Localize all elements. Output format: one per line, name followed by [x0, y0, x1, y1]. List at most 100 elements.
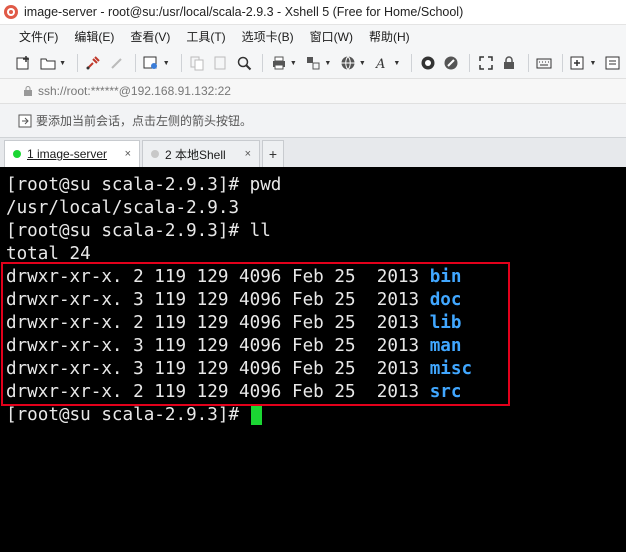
globe-button[interactable] — [337, 52, 358, 74]
title-bar: image-server - root@su:/usr/local/scala-… — [0, 0, 626, 24]
directory-name: misc — [429, 359, 473, 379]
folder-icon — [40, 58, 56, 70]
new-tab-button[interactable]: + — [262, 140, 284, 167]
toolbar-separator — [527, 54, 529, 72]
lock-screen-button[interactable] — [499, 52, 520, 74]
toolbar: ▼ ▼ ▼ ▼ ▼ A ▼ ▼ — [0, 48, 626, 78]
status-dot-icon — [13, 150, 21, 158]
properties-dropdown-icon[interactable]: ▼ — [163, 60, 170, 67]
properties-icon — [143, 56, 158, 69]
terminal-line: total 24 — [6, 244, 91, 264]
disconnect-button[interactable] — [107, 52, 128, 74]
properties-button[interactable] — [141, 52, 162, 74]
fullscreen-button[interactable] — [475, 52, 496, 74]
font-dropdown-icon[interactable]: ▼ — [393, 60, 400, 67]
shell-prompt: [root@su scala-2.9.3]# — [6, 405, 250, 425]
toolbar-separator — [180, 54, 182, 72]
globe-dropdown-icon[interactable]: ▼ — [359, 60, 366, 67]
search-icon — [237, 56, 252, 71]
add-session-arrow-icon[interactable] — [18, 114, 32, 128]
font-button[interactable]: A — [372, 52, 393, 74]
listing-attrs: drwxr-xr-x. 2 119 129 4096 Feb 25 2013 — [6, 382, 430, 402]
menu-edit[interactable]: 编辑(E) — [74, 28, 114, 45]
plug-icon — [86, 56, 101, 70]
help-button[interactable] — [602, 52, 623, 74]
tab-local-shell[interactable]: 2 本地Shell × — [142, 140, 260, 167]
paste-icon — [214, 56, 226, 70]
toolbar-separator — [562, 54, 563, 72]
fullscreen-icon — [478, 56, 493, 70]
directory-name: man — [429, 336, 462, 356]
font-icon: A — [375, 57, 385, 71]
menu-tabs[interactable]: 选项卡(B) — [242, 28, 294, 45]
listing-attrs: drwxr-xr-x. 2 119 129 4096 Feb 25 2013 — [6, 313, 430, 333]
listing-row: drwxr-xr-x. 3 119 129 4096 Feb 25 2013 m… — [6, 358, 626, 381]
transfer-button[interactable] — [303, 52, 324, 74]
terminal-line: /usr/local/scala-2.9.3 — [6, 198, 240, 218]
toolbar-separator — [411, 54, 413, 72]
svg-text:A: A — [375, 57, 385, 71]
new-session-button[interactable] — [14, 52, 35, 74]
close-tab-icon[interactable]: × — [245, 148, 251, 160]
find-button[interactable] — [234, 52, 255, 74]
address-bar[interactable]: ssh://root:******@192.168.91.132:22 — [0, 78, 626, 103]
hint-text: 要添加当前会话，点击左侧的箭头按钮。 — [36, 114, 253, 128]
keyboard-button[interactable] — [533, 52, 554, 74]
print-button[interactable] — [268, 52, 289, 74]
plug-off-icon — [111, 58, 122, 69]
menu-help[interactable]: 帮助(H) — [369, 28, 410, 45]
open-dropdown-icon[interactable]: ▼ — [59, 60, 66, 67]
listing-attrs: drwxr-xr-x. 3 119 129 4096 Feb 25 2013 — [6, 290, 430, 310]
xmanager-button[interactable] — [441, 52, 462, 74]
lock-icon — [24, 86, 32, 96]
toolbar-separator — [135, 54, 137, 72]
copy-button[interactable] — [187, 52, 208, 74]
menu-file[interactable]: 文件(F) — [19, 28, 58, 45]
transfer-dropdown-icon[interactable]: ▼ — [324, 60, 331, 67]
paste-button[interactable] — [210, 52, 231, 74]
tab-image-server[interactable]: 1 image-server × — [4, 140, 140, 167]
directory-name: src — [429, 382, 462, 402]
listing-attrs: drwxr-xr-x. 2 119 129 4096 Feb 25 2013 — [6, 267, 430, 287]
window-title: image-server - root@su:/usr/local/scala-… — [24, 5, 464, 19]
session-address[interactable]: ssh://root:******@192.168.91.132:22 — [38, 84, 231, 98]
print-dropdown-icon[interactable]: ▼ — [290, 60, 297, 67]
xshell-app-icon — [4, 5, 18, 19]
directory-name: bin — [429, 267, 462, 287]
open-button[interactable] — [38, 52, 59, 74]
listing-attrs: drwxr-xr-x. 3 119 129 4096 Feb 25 2013 — [6, 359, 430, 379]
tab-bar: 1 image-server × 2 本地Shell × + — [0, 137, 626, 167]
tab-label: 2 本地Shell — [165, 147, 226, 162]
help-icon — [605, 56, 620, 70]
printer-icon — [272, 56, 285, 70]
menu-view[interactable]: 查看(V) — [130, 28, 170, 45]
xftp-icon — [421, 56, 435, 70]
listing-attrs: drwxr-xr-x. 3 119 129 4096 Feb 25 2013 — [6, 336, 430, 356]
reconnect-button[interactable] — [83, 52, 104, 74]
transfer-icon — [307, 57, 320, 70]
xftp-button[interactable] — [417, 52, 438, 74]
terminal[interactable]: [root@su scala-2.9.3]# pwd /usr/local/sc… — [0, 167, 626, 552]
directory-name: doc — [429, 290, 462, 310]
add-button[interactable] — [568, 52, 589, 74]
menu-tools[interactable]: 工具(T) — [186, 28, 225, 45]
status-dot-icon — [151, 150, 159, 158]
terminal-line: [root@su scala-2.9.3]# ll — [6, 221, 271, 241]
directory-name: lib — [429, 313, 462, 333]
menu-window[interactable]: 窗口(W) — [310, 28, 353, 45]
toolbar-separator — [469, 54, 471, 72]
xmanager-icon — [444, 56, 458, 70]
listing-row: drwxr-xr-x. 3 119 129 4096 Feb 25 2013 m… — [6, 335, 626, 358]
add-dropdown-icon[interactable]: ▼ — [590, 60, 597, 67]
globe-icon — [341, 56, 355, 70]
prompt-line: [root@su scala-2.9.3]# — [6, 404, 626, 427]
listing-row: drwxr-xr-x. 3 119 129 4096 Feb 25 2013 d… — [6, 289, 626, 312]
lock-icon — [504, 56, 515, 69]
close-tab-icon[interactable]: × — [125, 148, 131, 160]
menu-bar: 文件(F) 编辑(E) 查看(V) 工具(T) 选项卡(B) 窗口(W) 帮助(… — [0, 24, 626, 48]
listing-row: drwxr-xr-x. 2 119 129 4096 Feb 25 2013 l… — [6, 312, 626, 335]
terminal-cursor — [250, 405, 262, 425]
add-icon — [570, 56, 584, 70]
tab-label: 1 image-server — [27, 147, 108, 161]
new-session-icon — [16, 56, 30, 70]
